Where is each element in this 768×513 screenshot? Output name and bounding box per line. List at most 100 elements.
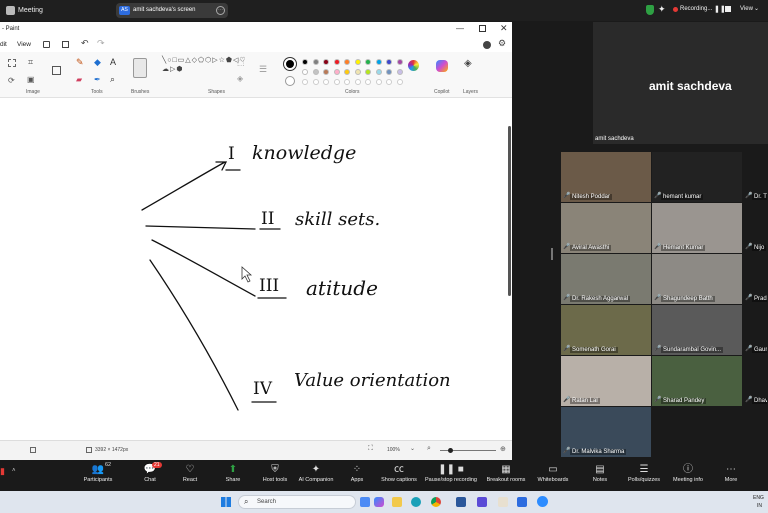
custom-color-slot[interactable] bbox=[333, 79, 340, 85]
undo-icon[interactable]: ↶ bbox=[81, 38, 89, 49]
sparkle-icon[interactable]: ✦ bbox=[658, 4, 666, 15]
more-button[interactable]: ⋯ More bbox=[708, 463, 754, 489]
audio-chevron-icon[interactable]: ˄ bbox=[12, 468, 16, 474]
custom-color-slot[interactable] bbox=[375, 79, 382, 85]
show-captions-button[interactable]: ㏄ Show captions bbox=[376, 463, 422, 489]
shape-fill-icon[interactable]: ◈ bbox=[237, 74, 243, 83]
color-swatch[interactable] bbox=[323, 59, 329, 65]
react-button[interactable]: ♡ React bbox=[167, 463, 213, 489]
custom-color-slot[interactable] bbox=[396, 79, 403, 85]
shield-icon[interactable] bbox=[646, 5, 654, 15]
eraser-icon[interactable]: ▰ bbox=[76, 75, 82, 84]
zoom-in-icon[interactable]: ⊕ bbox=[500, 445, 506, 453]
color-swatch[interactable] bbox=[375, 59, 382, 65]
close-button[interactable]: ✕ bbox=[500, 23, 508, 34]
zoom-chevron-icon[interactable]: ⌄ bbox=[410, 445, 415, 452]
participant-tile[interactable]: 🎤 Dr. Malvika Sharma bbox=[561, 407, 651, 457]
participant-tile[interactable]: 🎤 Nijo bbox=[743, 203, 767, 253]
edit-colors-icon[interactable] bbox=[408, 60, 419, 71]
more-options-icon[interactable]: ⋯ bbox=[216, 6, 225, 15]
participant-tile[interactable]: 🎤 Nitesh Poddar bbox=[561, 152, 651, 202]
view-chevron-icon[interactable]: ⌄ bbox=[754, 5, 759, 12]
vertical-scrollbar[interactable] bbox=[508, 126, 511, 296]
account-icon[interactable] bbox=[483, 41, 491, 49]
menu-view[interactable]: View bbox=[17, 41, 31, 48]
participant-tile[interactable]: 🎤 Sundarambal Govin... bbox=[652, 305, 742, 355]
windows-start-icon[interactable] bbox=[221, 497, 231, 507]
pause-stop-recording-button[interactable]: ❚❚ ■ Pause/stop recording bbox=[421, 463, 481, 489]
save-icon[interactable] bbox=[43, 41, 50, 48]
custom-color-slot[interactable] bbox=[344, 79, 350, 85]
color-swatch[interactable] bbox=[312, 69, 319, 75]
primary-color-swatch[interactable] bbox=[284, 58, 296, 70]
color-swatch[interactable] bbox=[302, 59, 308, 65]
color-swatch[interactable] bbox=[375, 69, 382, 75]
participant-tile[interactable]: 🎤 Ratan Lal bbox=[561, 356, 651, 406]
fit-window-icon[interactable]: ⛶ bbox=[368, 445, 373, 453]
color-swatch[interactable] bbox=[354, 69, 361, 75]
zoom-select[interactable]: 100% bbox=[387, 447, 400, 453]
app-icon-7[interactable] bbox=[477, 497, 487, 507]
participant-tile[interactable]: 🎤 Aviral Awasthi bbox=[561, 203, 651, 253]
color-swatch[interactable] bbox=[333, 69, 340, 75]
breakout-rooms-button[interactable]: ▦ Breakout rooms bbox=[482, 463, 530, 489]
menu-edit[interactable]: dit bbox=[0, 41, 7, 48]
panel-resize-handle[interactable] bbox=[551, 248, 553, 260]
select-icon[interactable] bbox=[8, 59, 16, 67]
copilot-icon[interactable] bbox=[436, 60, 448, 72]
copilot-app-icon[interactable] bbox=[374, 497, 384, 507]
color-swatch[interactable] bbox=[344, 59, 350, 65]
drawing-canvas[interactable]: I knowledge II skill sets. III atitude I… bbox=[0, 104, 508, 438]
chrome-icon[interactable] bbox=[431, 497, 441, 507]
image-options-icon[interactable]: ▣ bbox=[27, 75, 35, 84]
secondary-color-swatch[interactable] bbox=[285, 76, 295, 86]
participant-tile[interactable]: 🎤 Somenath Gorai bbox=[561, 305, 651, 355]
custom-color-slot[interactable] bbox=[386, 79, 392, 85]
fill-bucket-icon[interactable]: ◆ bbox=[94, 57, 101, 68]
color-picker-icon[interactable]: ✒ bbox=[94, 75, 101, 84]
minimize-button[interactable]: — bbox=[456, 24, 464, 33]
color-swatch[interactable] bbox=[365, 59, 371, 65]
color-swatch[interactable] bbox=[354, 59, 361, 65]
meeting-info-button[interactable]: ⓘ Meeting info bbox=[665, 463, 711, 489]
custom-color-slot[interactable] bbox=[312, 79, 319, 85]
pencil-icon[interactable]: ✎ bbox=[76, 57, 84, 68]
resize-icon[interactable] bbox=[52, 66, 61, 75]
polls-quizzes-button[interactable]: ☰ Polls/quizzes bbox=[621, 463, 667, 489]
crop-icon[interactable]: ⌗ bbox=[28, 57, 33, 68]
redo-icon[interactable]: ↷ bbox=[97, 38, 105, 49]
file-explorer-icon[interactable] bbox=[392, 497, 402, 507]
color-swatch[interactable] bbox=[302, 69, 308, 75]
layers-icon[interactable]: ◈ bbox=[464, 58, 472, 69]
app-icon-9[interactable] bbox=[517, 497, 527, 507]
color-swatch[interactable] bbox=[386, 59, 392, 65]
color-swatch[interactable] bbox=[323, 69, 329, 75]
participant-tile[interactable]: 🎤 Dhav bbox=[743, 356, 767, 406]
magnifier-icon[interactable]: ⌕ bbox=[110, 74, 115, 85]
participant-tile[interactable]: 🎤 Dr. T bbox=[743, 152, 767, 202]
participant-tile[interactable]: 🎤 Prad bbox=[743, 254, 767, 304]
shapes-gallery[interactable]: ╲○□▭△◇⬠⬡▷☆⬟◁♡☁▷⬢ bbox=[162, 56, 246, 90]
region-indicator[interactable]: IN bbox=[757, 503, 762, 509]
task-view-icon[interactable] bbox=[360, 497, 370, 507]
participant-tile[interactable]: 🎤 Dr. Rakesh Aggarwal bbox=[561, 254, 651, 304]
taskbar-search-box[interactable]: ⌕ Search bbox=[238, 495, 356, 509]
color-swatch[interactable] bbox=[312, 59, 319, 65]
audio-icon[interactable]: ▮ bbox=[0, 466, 5, 477]
zoom-slider-thumb[interactable] bbox=[448, 448, 453, 453]
participants-button[interactable]: 👥 Participants bbox=[75, 463, 121, 489]
shape-outline-icon[interactable]: ⬚ bbox=[237, 58, 245, 67]
share-file-icon[interactable] bbox=[62, 41, 69, 48]
text-tool-icon[interactable]: A bbox=[110, 57, 116, 67]
edge-icon[interactable] bbox=[411, 497, 421, 507]
custom-color-slot[interactable] bbox=[302, 79, 308, 85]
rotate-icon[interactable]: ⟳ bbox=[8, 76, 15, 85]
color-swatch[interactable] bbox=[365, 69, 371, 75]
teams-icon[interactable] bbox=[498, 497, 508, 507]
settings-gear-icon[interactable]: ⚙ bbox=[498, 38, 506, 49]
participant-tile[interactable]: 🎤 Gaur bbox=[743, 305, 767, 355]
stop-recording-icon[interactable] bbox=[725, 6, 731, 12]
custom-color-slot[interactable] bbox=[365, 79, 371, 85]
language-indicator[interactable]: ENG bbox=[753, 495, 764, 501]
active-speaker-tile[interactable]: amit sachdeva amit sachdeva bbox=[593, 22, 768, 144]
